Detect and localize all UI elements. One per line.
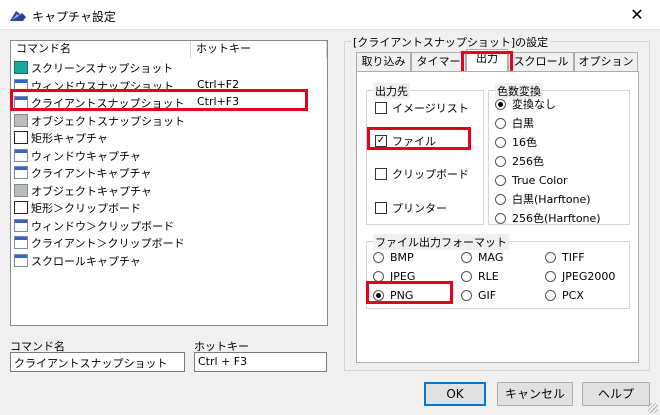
window-title: キャプチャ設定 [32,10,116,24]
radio-circle[interactable] [495,99,506,110]
column-header-hotkey[interactable]: ホットキー [191,41,327,58]
close-icon[interactable]: ✕ [614,0,660,30]
command-name-cell: 矩形＞クリップボード [31,202,141,215]
rect-icon [14,201,28,214]
output-destination-title: 出力先 [373,83,410,99]
object-icon [14,183,28,197]
radio-circle[interactable] [495,194,506,205]
object-icon [14,113,28,127]
radio-circle[interactable] [373,252,384,263]
client-icon [14,166,28,179]
tab-scroll[interactable]: スクロール [508,52,574,72]
table-row[interactable]: スクリーンスナップショット [11,59,327,76]
table-row[interactable]: ウィンドウ＞クリップボード [11,217,327,234]
help-button[interactable]: ヘルプ [582,382,650,406]
command-name-cell: クライアント＞クリップボード [31,237,185,250]
hotkey-field[interactable]: Ctrl + F3 [194,352,327,372]
tab-timer[interactable]: タイマー [411,52,466,72]
client-icon [14,236,28,249]
command-list[interactable]: コマンド名 ホットキー スクリーンスナップショット ウィンドウスナップショット Ct… [10,40,328,326]
window-icon [14,218,28,232]
table-row[interactable]: オブジェクトキャプチャ [11,182,327,199]
command-name-cell: スクリーンスナップショット [31,62,174,75]
ok-button[interactable]: OK [424,382,486,406]
table-row[interactable]: スクロールキャプチャ [11,252,327,269]
settings-group-title: [クライアントスナップショット]の設定 [351,34,551,50]
radio-circle[interactable] [495,137,506,148]
output-destination-group: 出力先 イメージリスト ✓ ファイル クリップボード プリンター [366,83,484,225]
screen-icon [14,61,28,74]
app-icon [10,11,26,21]
radio-circle[interactable] [545,252,556,263]
window-icon [14,148,28,162]
radio-circle[interactable] [495,118,506,129]
output-tab-panel: 出力先 イメージリスト ✓ ファイル クリップボード プリンター 色数変換 変換… [356,71,639,363]
command-name-cell: スクロールキャプチャ [31,254,141,268]
checkbox-box[interactable] [375,202,387,214]
radio-circle[interactable] [495,156,506,167]
radio-circle[interactable] [461,271,472,282]
file-format-title: ファイル出力フォーマット [373,234,509,250]
color-conversion-group: 色数変換 変換なし 白黒 16色 256色 True Color 白黒(Harftone)… [488,83,630,225]
checkbox-box[interactable] [375,168,387,180]
radio-circle[interactable] [545,271,556,282]
table-row[interactable]: 矩形＞クリップボード [11,199,327,216]
table-row[interactable]: クライアント＞クリップボード [11,234,327,251]
tab-options[interactable]: オプション [574,52,638,72]
table-row[interactable]: クライアントキャプチャ [11,164,327,181]
tab-import[interactable]: 取り込み [356,52,411,72]
cancel-button[interactable]: キャンセル [497,382,573,406]
radio-circle[interactable] [461,252,472,263]
highlight-file-checkbox [367,127,471,150]
command-name-cell: オブジェクトキャプチャ [31,184,152,198]
command-name-cell: オブジェクトスナップショット [31,114,185,128]
radio-circle[interactable] [461,290,472,301]
table-row[interactable]: オブジェクトスナップショット [11,112,327,129]
table-row[interactable]: 矩形キャプチャ [11,129,327,146]
command-name-cell: ウィンドウキャプチャ [31,149,141,163]
radio-circle[interactable] [495,175,506,186]
list-header: コマンド名 ホットキー [11,41,327,58]
command-name-field[interactable]: クライアントスナップショット [10,352,185,372]
radio-circle[interactable] [545,290,556,301]
command-name-cell: ウィンドウ＞クリップボード [31,219,174,233]
title-bar: キャプチャ設定 ✕ [0,0,660,30]
highlight-png-radio [366,281,453,304]
checkbox-box[interactable] [375,102,387,114]
rect-icon [14,131,28,144]
highlight-list-row [10,89,308,111]
table-row[interactable]: ウィンドウキャプチャ [11,147,327,164]
radio-circle[interactable] [495,213,506,224]
resize-grip-icon[interactable] [648,403,658,413]
client-icon [14,253,28,267]
command-name-cell: 矩形キャプチャ [31,132,108,145]
column-header-name[interactable]: コマンド名 [11,41,191,58]
command-name-cell: クライアントキャプチャ [31,167,152,180]
